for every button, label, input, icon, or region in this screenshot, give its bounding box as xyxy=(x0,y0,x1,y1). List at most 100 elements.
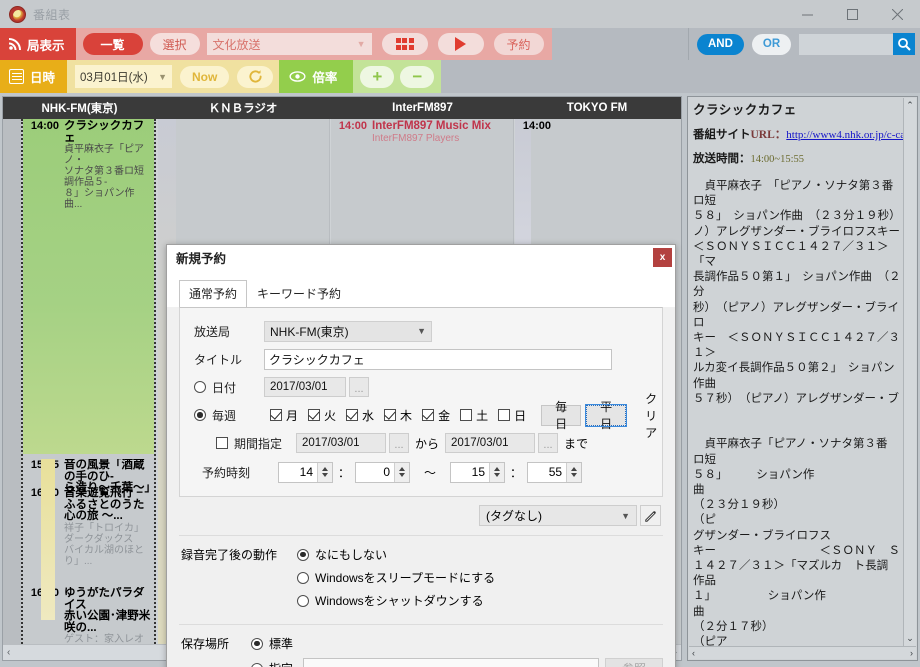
search-and-button[interactable]: AND xyxy=(697,33,744,55)
day-checkbox-fri[interactable]: 金 xyxy=(422,407,450,424)
refresh-button[interactable] xyxy=(237,65,274,88)
tab-normal-reservation[interactable]: 通常予約 xyxy=(179,280,248,307)
start-hour-arrows[interactable] xyxy=(317,462,332,482)
checkbox-icon[interactable] xyxy=(460,409,473,421)
maximize-button[interactable] xyxy=(830,0,875,28)
after-option-shutdown[interactable]: Windowsをシャットダウンする xyxy=(297,592,495,609)
radio-icon[interactable] xyxy=(297,548,309,561)
search-input[interactable] xyxy=(799,33,893,55)
weekly-radio[interactable]: 毎週 xyxy=(194,407,264,424)
day-checkbox-thu[interactable]: 木 xyxy=(384,407,412,424)
list-view-button[interactable]: 一覧 xyxy=(82,33,143,55)
minimize-button[interactable] xyxy=(785,0,830,28)
tab-keyword-reservation[interactable]: キーワード予約 xyxy=(247,280,351,307)
zoom-in-button[interactable]: + xyxy=(360,65,395,88)
date-radio-button[interactable] xyxy=(194,381,206,393)
grid-view-button[interactable] xyxy=(381,33,428,55)
detail-horizontal-scrollbar[interactable]: ‹ › xyxy=(689,646,916,659)
dialog-station-select[interactable]: NHK-FM(東京) ▼ xyxy=(264,320,432,342)
after-option-label: Windowsをスリープモードにする xyxy=(315,571,496,585)
after-option-nothing[interactable]: なにもしない xyxy=(297,546,495,563)
checkbox-icon[interactable] xyxy=(270,409,282,421)
now-button[interactable]: Now xyxy=(180,65,230,88)
clear-button[interactable]: クリア xyxy=(631,392,671,440)
start-min-spinner[interactable]: 0 xyxy=(355,461,411,483)
after-option-sleep[interactable]: Windowsをスリープモードにする xyxy=(297,569,495,586)
scroll-up-icon[interactable]: ⌃ xyxy=(906,100,914,111)
arrow-up-icon[interactable] xyxy=(494,467,501,471)
date-radio[interactable]: 日付 xyxy=(194,379,264,396)
reservation-title-input[interactable] xyxy=(264,348,612,370)
guide-header-tokyofm[interactable]: TOKYO FM xyxy=(515,97,679,119)
scroll-left-icon[interactable]: ‹ xyxy=(692,648,695,658)
radio-icon[interactable] xyxy=(251,662,263,667)
search-button[interactable] xyxy=(893,33,915,55)
period-to-picker-button[interactable]: ... xyxy=(538,433,559,453)
day-checkbox-sat[interactable]: 土 xyxy=(460,407,488,424)
guide-gutter xyxy=(3,119,21,644)
guide-header-knb[interactable]: ＫＮＢラジオ xyxy=(156,97,330,119)
arrow-down-icon[interactable] xyxy=(399,473,406,477)
period-from-input[interactable]: 2017/03/01 xyxy=(296,433,386,453)
tag-select[interactable]: (タグなし) ▼ xyxy=(479,505,637,526)
scroll-down-icon[interactable]: ⌄ xyxy=(906,633,914,644)
browse-button[interactable]: 参照 xyxy=(604,658,663,667)
end-min-spinner[interactable]: 55 xyxy=(527,461,583,483)
detail-site-url[interactable]: http://www4.nhk.or.jp/c-ca xyxy=(786,129,903,141)
play-button[interactable] xyxy=(437,33,484,55)
end-hour-spinner[interactable]: 15 xyxy=(450,461,506,483)
day-label: 日 xyxy=(514,408,527,423)
zoom-out-button[interactable]: − xyxy=(400,65,435,88)
day-label: 木 xyxy=(400,408,413,423)
close-button[interactable] xyxy=(875,0,920,28)
checkbox-icon[interactable] xyxy=(498,409,511,421)
checkbox-icon[interactable] xyxy=(422,409,435,421)
arrow-up-icon[interactable] xyxy=(399,467,406,471)
checkbox-icon[interactable] xyxy=(346,409,359,421)
radio-icon[interactable] xyxy=(297,594,309,607)
checkbox-icon[interactable] xyxy=(216,437,228,449)
scroll-right-icon[interactable]: › xyxy=(910,648,913,658)
checkbox-icon[interactable] xyxy=(384,409,397,421)
arrow-up-icon[interactable] xyxy=(322,467,328,471)
end-hour-arrows[interactable] xyxy=(489,462,505,482)
select-button[interactable]: 選択 xyxy=(149,33,200,55)
search-or-button[interactable]: OR xyxy=(751,33,792,55)
save-option-standard[interactable]: 標準 xyxy=(251,635,663,652)
start-hour-spinner[interactable]: 14 xyxy=(278,461,333,483)
guide-column-nhk[interactable]: 14:00 クラシックカフェ 貞平麻衣子「ピアノ・ ソナタ第３番ロ短調作品５‐ … xyxy=(21,119,156,644)
arrow-down-icon[interactable] xyxy=(322,473,328,477)
dialog-close-button[interactable]: x xyxy=(653,248,672,267)
everyday-button[interactable]: 毎日 xyxy=(541,400,582,431)
arrow-down-icon[interactable] xyxy=(494,473,501,477)
save-path-input[interactable] xyxy=(303,658,599,667)
day-checkbox-wed[interactable]: 水 xyxy=(346,407,374,424)
guide-header-interfm[interactable]: InterFM897 xyxy=(330,97,515,119)
single-date-input[interactable]: 2017/03/01 xyxy=(264,377,346,397)
edit-tag-button[interactable] xyxy=(640,505,661,526)
date-select[interactable]: 03月01日(水) ▼ xyxy=(75,65,173,88)
station-select[interactable]: 文化放送 ▼ xyxy=(206,33,372,55)
period-checkbox[interactable]: 期間指定 xyxy=(216,435,292,452)
day-checkbox-mon[interactable]: 月 xyxy=(270,407,298,424)
weekly-radio-button[interactable] xyxy=(194,409,206,421)
detail-vertical-scrollbar[interactable]: ⌃ ⌄ xyxy=(903,98,916,646)
radio-icon[interactable] xyxy=(251,637,263,650)
period-from-picker-button[interactable]: ... xyxy=(389,433,409,453)
weekday-button[interactable]: 平日 xyxy=(585,400,628,431)
scroll-left-icon[interactable]: ‹ xyxy=(7,647,10,658)
start-min-arrows[interactable] xyxy=(394,462,410,482)
after-recording-options: なにもしない Windowsをスリープモードにする Windowsをシャットダウ… xyxy=(297,546,495,615)
program-desc: 祥子「トロイカ」 ダークダックス バイカル湖のほとり」... xyxy=(64,522,144,567)
reserve-button[interactable]: 予約 xyxy=(493,33,544,55)
arrow-up-icon[interactable] xyxy=(571,467,578,471)
day-checkbox-sun[interactable]: 日 xyxy=(498,407,526,424)
period-to-input[interactable]: 2017/03/01 xyxy=(445,433,536,453)
day-checkbox-tue[interactable]: 火 xyxy=(308,407,336,424)
guide-header-nhk[interactable]: NHK-FM(東京) xyxy=(3,97,156,119)
end-min-arrows[interactable] xyxy=(566,462,582,482)
checkbox-icon[interactable] xyxy=(308,409,321,421)
arrow-down-icon[interactable] xyxy=(571,473,578,477)
radio-icon[interactable] xyxy=(297,571,309,584)
date-picker-button[interactable]: ... xyxy=(349,377,369,397)
